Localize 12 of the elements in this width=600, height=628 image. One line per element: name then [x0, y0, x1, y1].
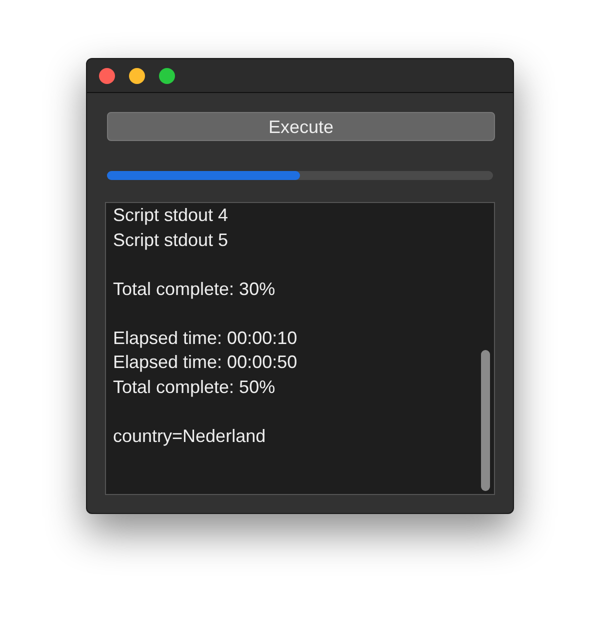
output-line: Script stdout 4	[113, 204, 228, 227]
execute-button[interactable]: Execute	[107, 112, 495, 141]
minimize-icon[interactable]	[129, 68, 145, 84]
output-line: Total complete: 30%	[113, 278, 276, 301]
output-line: country=Nederland	[113, 424, 266, 448]
scrollbar-thumb[interactable]	[481, 350, 490, 491]
output-line: Total complete: 50%	[113, 376, 276, 399]
output-line: Elapsed time: 00:00:50	[113, 351, 298, 374]
output-line: Script stdout 5	[113, 228, 228, 252]
close-icon[interactable]	[99, 68, 115, 84]
zoom-icon[interactable]	[159, 68, 175, 84]
output-line: Elapsed time: 00:00:10	[113, 326, 298, 350]
